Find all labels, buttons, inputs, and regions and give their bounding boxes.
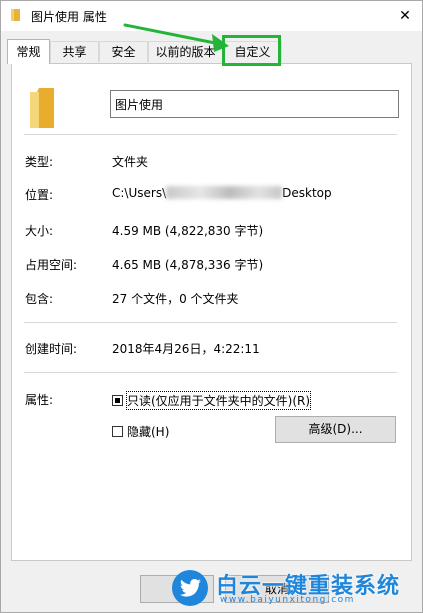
created-label: 创建时间: [25,342,78,356]
created-value: 2018年4月26日，4:22:11 [112,342,260,356]
tab-general[interactable]: 常规 [7,39,50,64]
readonly-checkbox-label: 只读(仅应用于文件夹中的文件)(R) [125,390,312,410]
folder-name-input[interactable] [110,90,399,118]
separator [24,372,397,373]
tab-sharing[interactable]: 共享 [50,41,99,62]
title-bar: 图片使用 属性 ✕ [1,1,422,31]
type-label: 类型: [25,155,54,169]
contains-label: 包含: [25,292,54,306]
location-prefix: C:\Users\ [112,186,167,200]
folder-icon [11,9,20,21]
redacted-username [166,186,283,199]
window-title: 图片使用 属性 [31,10,107,24]
bird-logo-icon [172,570,208,606]
tab-strip: 常规 共享 安全 以前的版本 自定义 [1,31,422,64]
advanced-button[interactable]: 高级(D)... [275,416,396,443]
properties-dialog: 图片使用 属性 ✕ 常规 共享 安全 以前的版本 自定义 类型: 文件夹 位置:… [0,0,423,613]
tab-security[interactable]: 安全 [99,41,148,62]
tab-previous-versions[interactable]: 以前的版本 [148,41,223,62]
contains-value: 27 个文件，0 个文件夹 [112,292,239,306]
close-button[interactable]: ✕ [388,1,422,31]
hidden-checkbox-label: 隐藏(H) [127,424,170,439]
checkbox-indeterminate[interactable] [112,394,123,406]
type-value: 文件夹 [112,155,149,169]
size-on-disk-value: 4.65 MB (4,878,336 字节) [112,258,264,272]
hidden-checkbox[interactable]: 隐藏(H) [112,423,169,439]
readonly-checkbox[interactable]: 只读(仅应用于文件夹中的文件)(R) [112,390,312,410]
separator [24,322,397,323]
checkbox-unchecked[interactable] [112,425,123,437]
location-value: C:\Users\ Desktop [112,186,332,200]
size-label: 大小: [25,224,54,238]
close-icon: ✕ [399,8,411,24]
location-suffix: Desktop [282,186,332,200]
separator [24,134,397,135]
attributes-label: 属性: [25,393,54,407]
watermark-url: www.baiyunxitong.com [220,595,355,605]
size-on-disk-label: 占用空间: [25,258,78,272]
site-watermark: 白云一键重装系统 www.baiyunxitong.com [166,568,418,608]
size-value: 4.59 MB (4,822,830 字节) [112,224,264,238]
customize-tab-highlight [222,35,281,66]
folder-large-icon [30,88,54,128]
location-label: 位置: [25,188,54,202]
general-panel: 类型: 文件夹 位置: C:\Users\ Desktop 大小: 4.59 MB… [11,63,412,561]
